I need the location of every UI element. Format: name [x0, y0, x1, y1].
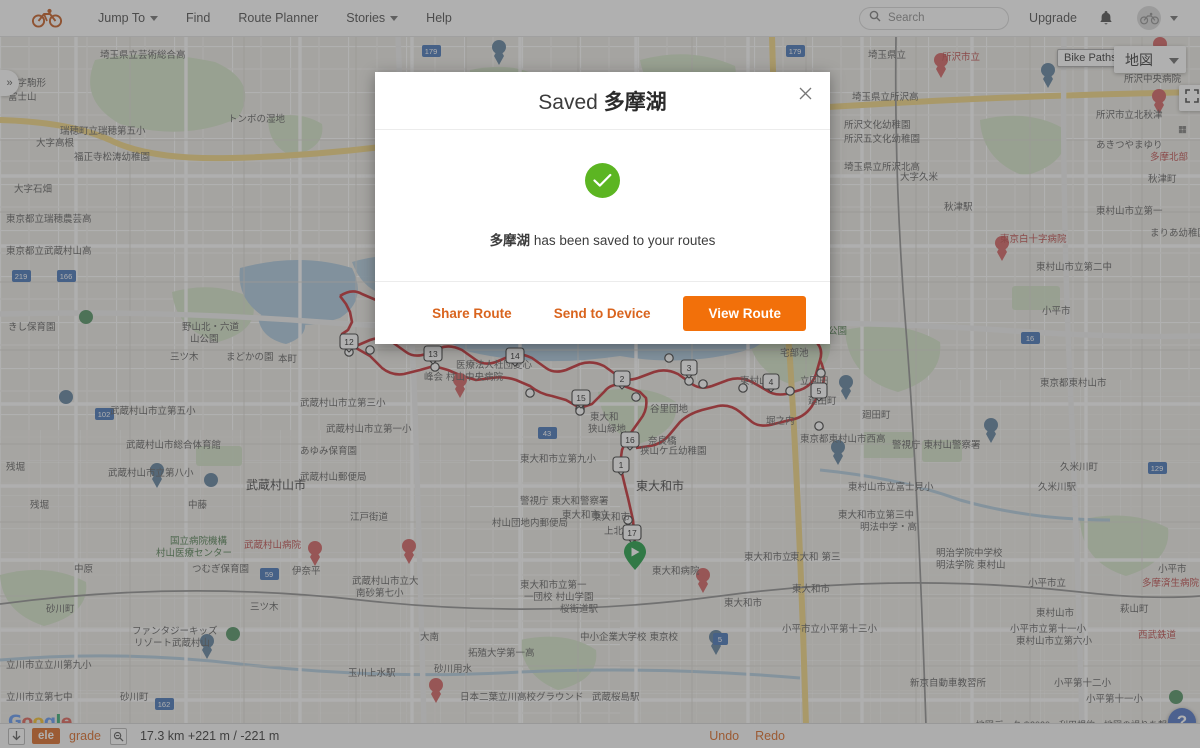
saved-route-modal: Saved 多摩湖 多摩湖 has been saved to your rou…	[375, 72, 830, 344]
modal-footer: Share Route Send to Device View Route	[375, 282, 830, 344]
message-route-name: 多摩湖	[489, 233, 531, 248]
page-title: Saved 多摩湖	[538, 86, 666, 116]
close-icon[interactable]	[794, 82, 816, 104]
modal-title-route: 多摩湖	[603, 90, 667, 114]
modal-title-prefix: Saved	[538, 90, 604, 114]
route-planner-app: 219 166 102 59 43 5 16 129 179 179 162 トンボの湿地…	[0, 0, 1200, 748]
save-confirmation-message: 多摩湖 has been saved to your routes	[490, 229, 716, 249]
view-route-button[interactable]: View Route	[683, 295, 806, 331]
share-route-button[interactable]: Share Route	[411, 306, 533, 321]
send-to-device-button[interactable]: Send to Device	[533, 306, 672, 321]
modal-header: Saved 多摩湖	[375, 72, 830, 130]
message-rest: has been saved to your routes	[530, 233, 716, 248]
checkmark-icon	[585, 163, 620, 198]
modal-body: 多摩湖 has been saved to your routes	[375, 130, 830, 282]
